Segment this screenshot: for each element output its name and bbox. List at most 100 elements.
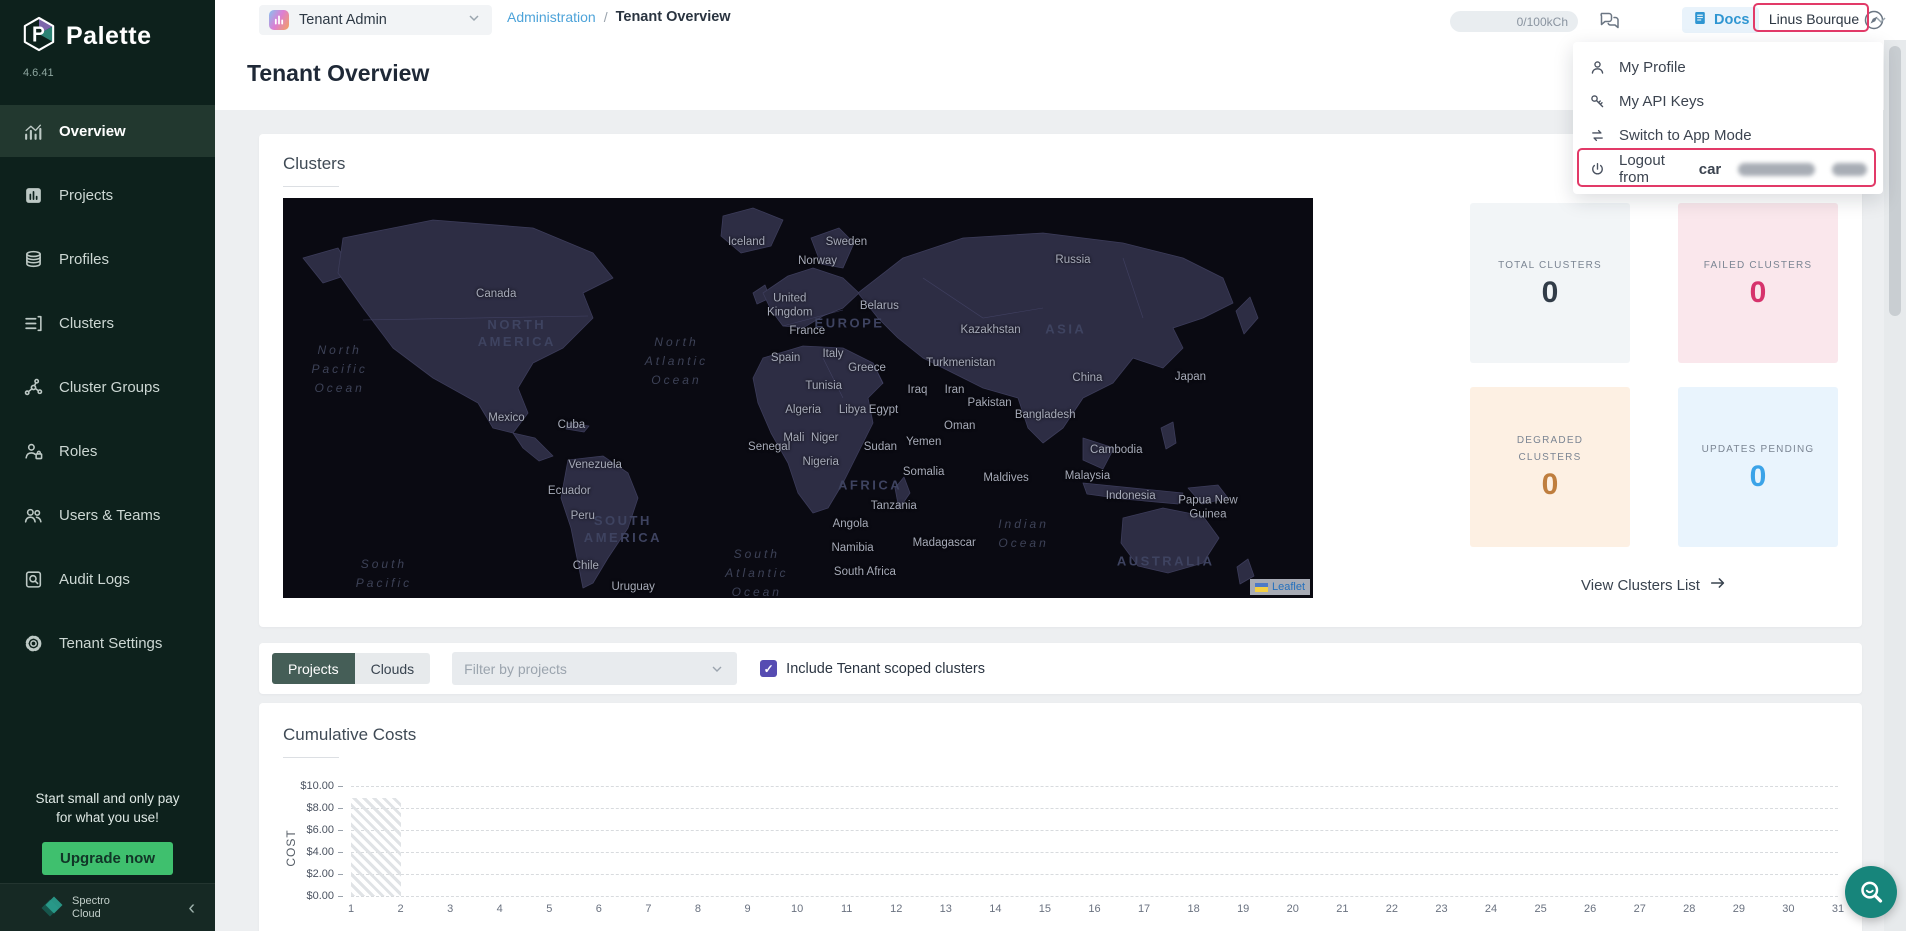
clusters-card: Clusters [259,134,1862,627]
sidebar-item-users-teams[interactable]: Users & Teams [0,489,215,541]
gridline [351,830,1838,831]
sidebar-collapse-button[interactable]: ‹ [188,898,195,918]
world-map[interactable]: IcelandSwedenNorwayRussiaCanadaUnited Ki… [283,198,1313,598]
scope-selector-label: Tenant Admin [299,12,387,28]
chat-icon[interactable] [1596,7,1622,33]
scrollbar-track[interactable] [1884,40,1906,931]
menu-item-logout[interactable]: Logout from car [1573,152,1883,186]
y-tick-label: $2.00 [306,868,343,880]
docs-button[interactable]: Docs [1682,7,1759,33]
include-tenant-scoped-checkbox[interactable]: ✓ Include Tenant scoped clusters [760,660,985,677]
breadcrumb: Administration / Tenant Overview [507,9,731,25]
menu-item-my-profile[interactable]: My Profile [1573,50,1883,84]
sidebar-item-label: Clusters [59,315,114,332]
sidebar-item-profiles[interactable]: Profiles [0,233,215,285]
x-tick-label: 4 [497,903,503,915]
y-tick-label: $4.00 [306,846,343,858]
filter-strip: Projects Clouds Filter by projects ✓ Inc… [259,643,1862,694]
support-search-button[interactable] [1845,866,1897,918]
user-icon [1589,59,1606,76]
gridline [351,896,1838,897]
sidebar-item-cluster-groups[interactable]: Cluster Groups [0,361,215,413]
scrollbar-thumb[interactable] [1889,46,1901,316]
cost-chart: COST $10.00$8.00$6.00$4.00$2.00$0.00 123… [283,786,1838,896]
app-window: Palette 4.6.41 OverviewProjectsProfilesC… [0,0,1906,931]
tab-clouds[interactable]: Clouds [355,653,431,684]
sidebar-nav: Overview Projects Profiles Clusters Cluster … [0,105,215,669]
palette-logo-icon [22,16,56,57]
x-axis-labels: 1234567891011121314151617181920212223242… [351,903,1838,917]
leaflet-label: Leaflet [1272,581,1305,593]
gridline [351,852,1838,853]
arrow-right-icon [1709,574,1727,596]
brand: Palette [0,0,215,57]
menu-item-switch-to-app-mode[interactable]: Switch to App Mode [1573,118,1883,152]
cumulative-costs-card: Cumulative Costs COST $10.00$8.00$6.00$4… [259,703,1862,931]
stat-value: 0 [1750,276,1767,310]
switch-icon [1589,127,1606,144]
sidebar-item-roles[interactable]: Roles [0,425,215,477]
sidebar-item-tenant-settings[interactable]: Tenant Settings [0,617,215,669]
sidebar-item-label: Roles [59,443,97,460]
scope-selector[interactable]: Tenant Admin [259,5,492,35]
upgrade-now-button[interactable]: Upgrade now [42,842,173,875]
x-tick-label: 27 [1634,903,1646,915]
stat-card-updates-pending: UPDATES PENDING0 [1678,387,1838,547]
filter-by-projects-select[interactable]: Filter by projects [452,652,737,685]
breadcrumb-current: Tenant Overview [616,9,731,25]
sidebar-item-projects[interactable]: Projects [0,169,215,221]
page-title: Tenant Overview [247,60,429,87]
users-teams-icon [22,504,44,526]
y-axis-title: COST [283,786,299,896]
x-tick-label: 31 [1832,903,1844,915]
sidebar-item-label: Users & Teams [59,507,160,524]
divider [283,186,339,187]
x-tick-label: 22 [1386,903,1398,915]
chevron-down-icon [709,661,725,677]
x-tick-label: 29 [1733,903,1745,915]
cost-bar [351,798,401,896]
costs-card-title: Cumulative Costs [283,725,1838,745]
overview-icon [22,120,44,142]
chevron-down-icon [466,10,482,31]
view-clusters-list-link[interactable]: View Clusters List [1470,574,1838,596]
y-tick-label: $10.00 [300,780,343,792]
stat-value: 0 [1750,460,1767,494]
stat-label: TOTAL CLUSTERS [1498,257,1602,274]
x-tick-label: 11 [841,903,852,915]
redacted-text [1832,163,1867,176]
y-tick-label: $0.00 [306,890,343,902]
sidebar-item-label: Projects [59,187,113,204]
sidebar-item-label: Cluster Groups [59,379,160,396]
sidebar-item-overview[interactable]: Overview [0,105,215,157]
flag-icon [1255,583,1268,592]
breadcrumb-administration-link[interactable]: Administration [507,9,596,25]
menu-item-label: Switch to App Mode [1619,127,1752,144]
chart-plot-area: 1234567891011121314151617181920212223242… [351,786,1838,896]
audit-logs-icon [22,568,44,590]
search-smile-icon [1856,877,1886,907]
x-tick-label: 24 [1485,903,1497,915]
gridline [351,808,1838,809]
x-tick-label: 5 [546,903,552,915]
x-tick-label: 26 [1584,903,1596,915]
spectro-cloud-logo-icon [44,898,64,918]
logout-label: Logout from [1619,152,1686,186]
user-menu-button[interactable]: Linus Bourque [1760,8,1868,30]
chevron-down-icon[interactable] [1873,12,1889,28]
user-dropdown-menu: My ProfileMy API Keys Switch to App Mode L… [1573,42,1883,194]
x-tick-label: 10 [791,903,803,915]
checkbox-check-icon: ✓ [760,660,777,677]
projects-icon [22,184,44,206]
sidebar: Palette 4.6.41 OverviewProjectsProfilesC… [0,0,215,931]
leaflet-attribution[interactable]: Leaflet [1250,579,1310,595]
stat-card-total-clusters: TOTAL CLUSTERS0 [1470,203,1630,363]
sidebar-footer: Spectro Cloud ‹ [0,883,215,931]
menu-item-my-api-keys[interactable]: My API Keys [1573,84,1883,118]
tab-projects[interactable]: Projects [272,653,355,684]
sidebar-item-audit-logs[interactable]: Audit Logs [0,553,215,605]
redacted-text [1738,163,1815,176]
sidebar-item-clusters[interactable]: Clusters [0,297,215,349]
tenant-admin-icon [269,10,289,30]
logout-tenant-bold: car [1699,161,1722,178]
